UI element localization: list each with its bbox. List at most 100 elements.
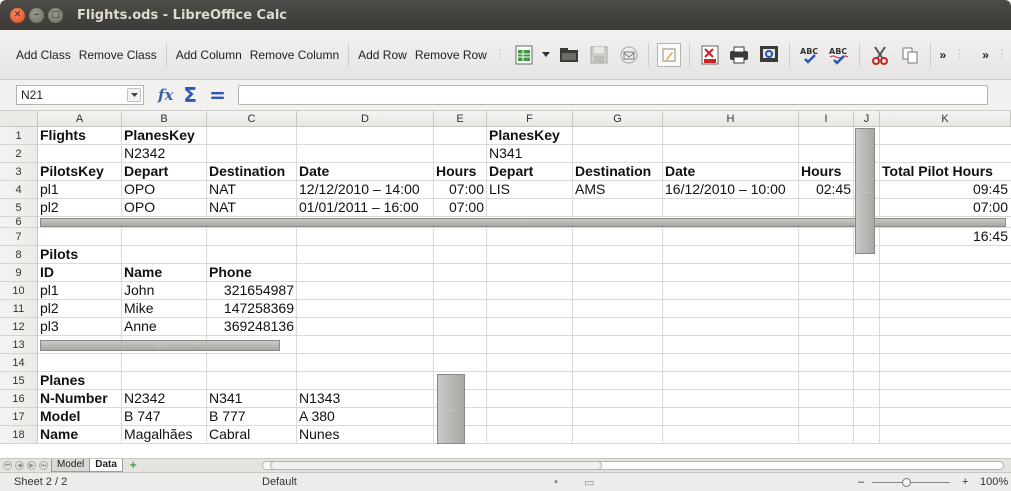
cell-b3[interactable]: Depart (122, 163, 170, 180)
cell-b11[interactable]: Mike (122, 300, 156, 317)
zoom-slider-knob[interactable] (902, 478, 911, 487)
save-button[interactable] (587, 43, 611, 67)
cell-c16[interactable]: N341 (207, 390, 244, 407)
minimize-window-button[interactable]: – (29, 7, 44, 23)
add-column-button[interactable]: Add Column (172, 45, 246, 65)
cell-c9[interactable]: Phone (207, 264, 254, 281)
new-document-button[interactable] (512, 43, 536, 67)
cell-b12[interactable]: Anne (122, 318, 159, 335)
remove-class-button[interactable]: Remove Class (75, 45, 161, 65)
column-header-a[interactable]: A (38, 111, 122, 127)
column-header-c[interactable]: C (207, 111, 297, 127)
cell-b1[interactable]: PlanesKey (122, 127, 197, 144)
add-sheet-button[interactable]: + (125, 460, 141, 471)
cell-a9[interactable]: ID (38, 264, 56, 281)
row-header-14[interactable]: 14 (0, 354, 38, 372)
email-button[interactable] (617, 43, 641, 67)
cell-a16[interactable]: N-Number (38, 390, 110, 407)
cell-a17[interactable]: Model (38, 408, 82, 425)
cell-c17[interactable]: B 777 (207, 408, 248, 425)
autospellcheck-button[interactable]: ABC (828, 43, 852, 67)
cell-b9[interactable]: Name (122, 264, 164, 281)
cell-h4[interactable]: 16/12/2010 – 10:00 (663, 181, 788, 198)
row-header-17[interactable]: 17 (0, 408, 38, 426)
cell-h3[interactable]: Date (663, 163, 697, 180)
add-row-button[interactable]: Add Row (354, 45, 411, 65)
close-window-button[interactable]: ✕ (10, 7, 25, 23)
cell-i3[interactable]: Hours (799, 163, 843, 180)
remove-row-button[interactable]: Remove Row (411, 45, 491, 65)
cell-c5[interactable]: NAT (207, 199, 238, 216)
column-header-d[interactable]: D (297, 111, 434, 127)
row-header-11[interactable]: 11 (0, 300, 38, 318)
cell-b17[interactable]: B 747 (122, 408, 163, 425)
zoom-in-button[interactable]: + (962, 476, 968, 488)
toolbar-overflow-button-2[interactable]: » (978, 45, 993, 65)
cell-c10[interactable]: 321654987 (207, 282, 296, 299)
equals-icon[interactable]: = (209, 83, 226, 107)
cell-f2[interactable]: N341 (487, 145, 524, 162)
prev-sheet-button[interactable]: ◀ (15, 461, 24, 470)
cell-f3[interactable]: Depart (487, 163, 535, 180)
column-group-bar-j[interactable]: ... (855, 128, 875, 254)
print-button[interactable] (728, 43, 752, 67)
new-dropdown-button[interactable] (542, 43, 552, 67)
cell-a10[interactable]: pl1 (38, 282, 61, 299)
cell-b16[interactable]: N2342 (122, 390, 167, 407)
horizontal-scroll-thumb[interactable] (270, 461, 602, 470)
cell-e4[interactable]: 07:00 (434, 181, 486, 198)
cell-a4[interactable]: pl1 (38, 181, 61, 198)
column-header-k[interactable]: K (880, 111, 1011, 127)
zoom-level[interactable]: 100% (980, 476, 1008, 488)
print-preview-button[interactable] (757, 43, 781, 67)
cell-b2[interactable]: N2342 (122, 145, 167, 162)
cell-a5[interactable]: pl2 (38, 199, 61, 216)
sheet-tab-model[interactable]: Model (51, 459, 91, 472)
spellcheck-button[interactable]: ABC (798, 43, 822, 67)
name-box-dropdown[interactable] (127, 88, 141, 102)
copy-button[interactable] (898, 43, 922, 67)
cell-d16[interactable]: N1343 (297, 390, 342, 407)
cell-c11[interactable]: 147258369 (207, 300, 296, 317)
cell-f4[interactable]: LIS (487, 181, 512, 198)
cell-c4[interactable]: NAT (207, 181, 238, 198)
cell-a3[interactable]: PilotsKey (38, 163, 106, 180)
sum-icon[interactable]: Σ (183, 83, 197, 107)
row-header-15[interactable]: 15 (0, 372, 38, 390)
last-sheet-button[interactable]: ⏭ (39, 461, 48, 470)
toolbar-overflow-button[interactable]: » (936, 45, 951, 65)
zoom-slider-track[interactable] (872, 482, 950, 483)
cell-e5[interactable]: 07:00 (434, 199, 486, 216)
export-pdf-button[interactable] (698, 43, 722, 67)
row-header-12[interactable]: 12 (0, 318, 38, 336)
cell-a1[interactable]: Flights (38, 127, 88, 144)
column-header-h[interactable]: H (663, 111, 799, 127)
page-style[interactable]: Default (262, 476, 297, 488)
column-header-f[interactable]: F (487, 111, 573, 127)
row-header-4[interactable]: 4 (0, 181, 38, 199)
cell-d18[interactable]: Nunes (297, 426, 341, 443)
row-header-1[interactable]: 1 (0, 127, 38, 145)
column-header-e[interactable]: E (434, 111, 487, 127)
cell-f1[interactable]: PlanesKey (487, 127, 562, 144)
selection-mode-icon[interactable]: ▪ (554, 476, 558, 488)
cell-d3[interactable]: Date (297, 163, 331, 180)
cell-b5[interactable]: OPO (122, 199, 157, 216)
cell-b4[interactable]: OPO (122, 181, 157, 198)
row-header-5[interactable]: 5 (0, 199, 38, 217)
cell-g4[interactable]: AMS (573, 181, 607, 198)
remove-column-button[interactable]: Remove Column (246, 45, 343, 65)
cell-g3[interactable]: Destination (573, 163, 653, 180)
column-header-i[interactable]: I (799, 111, 854, 127)
row-header-18[interactable]: 18 (0, 426, 38, 444)
row-header-6[interactable]: 6 (0, 216, 38, 228)
row-header-8[interactable]: 8 (0, 246, 38, 264)
cell-b18[interactable]: Magalhães (122, 426, 195, 443)
cell-i4[interactable]: 02:45 (799, 181, 853, 198)
cell-k5[interactable]: 07:00 (880, 199, 1010, 216)
formula-input[interactable] (237, 85, 988, 105)
cell-d17[interactable]: A 380 (297, 408, 337, 425)
cell-a18[interactable]: Name (38, 426, 80, 443)
cell-b10[interactable]: John (122, 282, 156, 299)
cell-c18[interactable]: Cabral (207, 426, 252, 443)
